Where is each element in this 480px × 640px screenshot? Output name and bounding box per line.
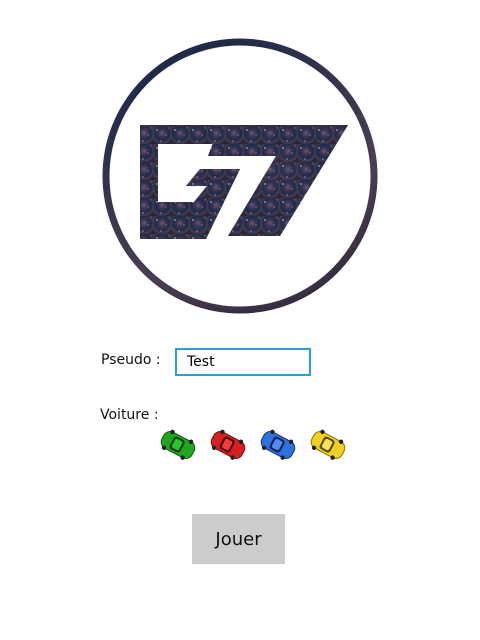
blue-car-option[interactable] <box>257 425 299 465</box>
blue-car-icon <box>260 429 296 460</box>
yellow-car-icon <box>310 429 346 460</box>
green-car-option[interactable] <box>157 425 199 465</box>
pseudo-input[interactable] <box>175 348 311 376</box>
voiture-label: Voiture : <box>100 407 159 423</box>
play-button[interactable]: Jouer <box>192 514 285 564</box>
red-car-option[interactable] <box>207 425 249 465</box>
green-car-icon <box>160 429 196 460</box>
pseudo-label: Pseudo : <box>101 352 161 368</box>
red-car-icon <box>210 429 246 460</box>
g7-logo <box>102 38 378 314</box>
yellow-car-option[interactable] <box>307 425 349 465</box>
